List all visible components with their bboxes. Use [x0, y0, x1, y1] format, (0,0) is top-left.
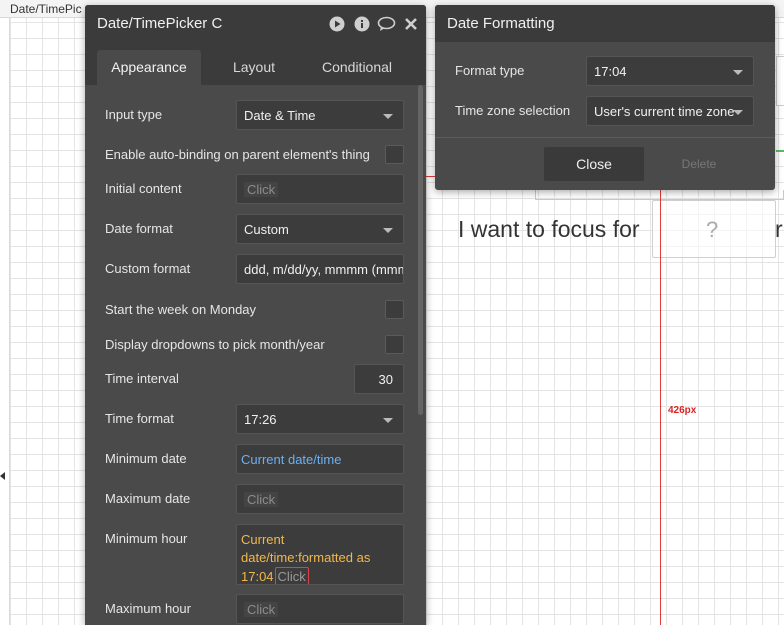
chevron-down-icon [733, 110, 743, 115]
tab-appearance[interactable]: Appearance [97, 50, 201, 85]
input-type-dropdown[interactable]: Date & Time [236, 100, 404, 130]
click-placeholder[interactable]: Click [244, 492, 279, 507]
timezone-value: User's current time zone [594, 104, 735, 119]
maximum-hour-label: Maximum hour [105, 601, 191, 616]
maximum-date-field[interactable]: Click [236, 484, 404, 514]
input-type-value: Date & Time [244, 108, 316, 123]
time-interval-label: Time interval [105, 371, 179, 386]
custom-format-value: ddd, m/dd/yy, mmmm (mmm [244, 262, 404, 277]
placeholder-question-icon: ? [706, 217, 719, 242]
week-monday-checkbox[interactable] [385, 300, 404, 319]
minimum-date-field[interactable]: Current date/time [236, 444, 404, 474]
close-button[interactable]: Close [544, 147, 644, 181]
initial-content-field[interactable]: Click [236, 174, 404, 204]
time-format-dropdown[interactable]: 17:26 [236, 404, 404, 434]
popup-divider [435, 137, 775, 138]
click-placeholder[interactable]: Click [244, 182, 279, 197]
dimension-label: 426px [668, 405, 697, 416]
custom-format-input[interactable]: ddd, m/dd/yy, mmmm (mmm [236, 254, 404, 284]
tab-layout[interactable]: Layout [206, 50, 302, 85]
chevron-down-icon [383, 114, 393, 119]
auto-binding-label: Enable auto-binding on parent element's … [105, 147, 370, 162]
delete-button[interactable]: Delete [649, 147, 749, 181]
date-format-dropdown[interactable]: Custom [236, 214, 404, 244]
info-icon[interactable] [354, 16, 370, 32]
play-icon[interactable] [329, 16, 345, 32]
date-format-label: Date format [105, 221, 173, 236]
canvas-guide-green [776, 150, 784, 152]
format-type-value: 17:04 [594, 64, 627, 79]
chevron-down-icon [383, 228, 393, 233]
time-interval-input[interactable]: 30 [354, 364, 404, 394]
vertical-guide-line [660, 175, 661, 625]
click-placeholder[interactable]: Click [244, 602, 279, 617]
canvas-heading-tail: r [775, 216, 783, 242]
collapse-arrow-icon[interactable] [0, 472, 5, 480]
canvas-placeholder-element[interactable]: ? [652, 200, 776, 258]
date-formatting-popup: Date Formatting Format type 17:04 Time z… [435, 5, 775, 190]
left-rail [0, 18, 10, 625]
timezone-label: Time zone selection [455, 103, 571, 118]
timezone-dropdown[interactable]: User's current time zone [586, 96, 754, 126]
maximum-hour-field[interactable]: Click [236, 594, 404, 624]
time-format-value: 17:26 [244, 412, 277, 427]
property-editor-panel: Date/TimePicker C Appearance Layout Cond… [85, 5, 426, 625]
chevron-down-icon [733, 70, 743, 75]
popup-title: Date Formatting [447, 15, 555, 32]
minimum-hour-label: Minimum hour [105, 531, 188, 546]
comment-icon[interactable] [377, 16, 396, 32]
custom-format-label: Custom format [105, 261, 191, 276]
minimum-date-label: Minimum date [105, 451, 187, 466]
tab-conditional[interactable]: Conditional [307, 50, 407, 85]
breadcrumb[interactable]: Date/TimePic [10, 2, 82, 16]
minimum-hour-line3: 17:04 Click [241, 567, 399, 584]
week-monday-label: Start the week on Monday [105, 302, 257, 317]
close-icon[interactable] [404, 16, 418, 32]
canvas-element-edge [776, 56, 784, 106]
panel-title: Date/TimePicker C [97, 15, 223, 32]
time-format-label: Time format [105, 411, 174, 426]
panel-header[interactable]: Date/TimePicker C [85, 5, 426, 42]
chevron-down-icon [383, 418, 393, 423]
panel-tabs: Appearance Layout Conditional [85, 42, 426, 85]
minimum-hour-field[interactable]: Current date/time:formatted as 17:04 Clic… [236, 524, 404, 585]
panel-scrollbar[interactable] [418, 85, 423, 415]
maximum-date-label: Maximum date [105, 491, 191, 506]
format-type-label: Format type [455, 63, 525, 78]
minimum-hour-expression-line1[interactable]: Current [241, 531, 399, 549]
dropdowns-label: Display dropdowns to pick month/year [105, 337, 325, 352]
dropdowns-checkbox[interactable] [385, 335, 404, 354]
click-placeholder[interactable]: Click [274, 567, 309, 584]
auto-binding-checkbox[interactable] [385, 145, 404, 164]
popup-header[interactable]: Date Formatting [435, 5, 775, 42]
minimum-hour-expression-line2[interactable]: date/time:formatted as [241, 549, 399, 567]
format-type-dropdown[interactable]: 17:04 [586, 56, 754, 86]
input-type-label: Input type [105, 107, 163, 122]
initial-content-label: Initial content [105, 181, 182, 196]
date-format-value: Custom [244, 222, 289, 237]
minimum-hour-expression-line3[interactable]: 17:04 [241, 569, 274, 584]
canvas-heading-text[interactable]: I want to focus for [458, 216, 640, 243]
minimum-date-expression[interactable]: Current date/time [241, 452, 341, 467]
